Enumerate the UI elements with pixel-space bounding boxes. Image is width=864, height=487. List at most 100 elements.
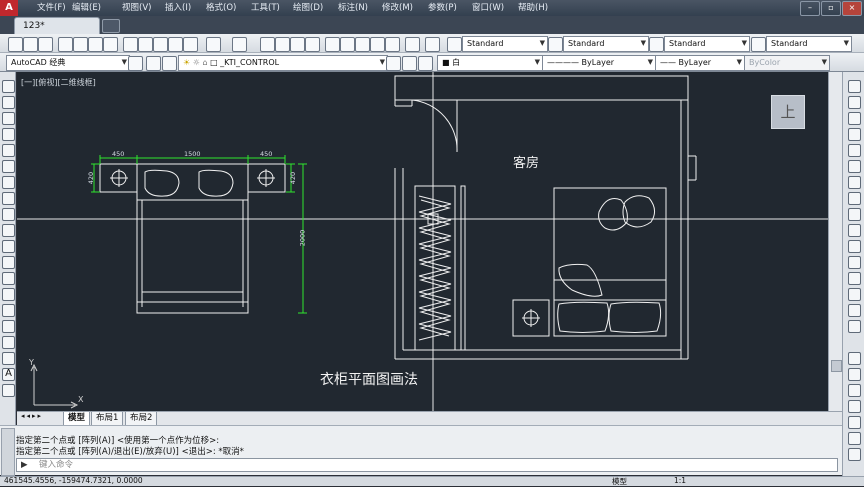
menu-window[interactable]: 窗口(W) xyxy=(472,0,504,16)
paste-icon[interactable] xyxy=(153,37,168,52)
draworder-icon[interactable] xyxy=(848,352,861,365)
rectangle-icon[interactable] xyxy=(2,144,15,157)
coordinates-readout[interactable]: 461545.4556, -159474.7321, 0.0000 xyxy=(4,476,143,485)
help-icon[interactable] xyxy=(425,37,440,52)
drawing-canvas[interactable]: Y X [一][俯视][二维线框] 上 客房 衣柜平面图画法 450 1500 … xyxy=(17,72,828,411)
close-icon[interactable]: × xyxy=(842,1,862,16)
annotation-scale[interactable]: 1:1 xyxy=(674,476,686,485)
make-block-icon[interactable] xyxy=(2,272,15,285)
join-icon[interactable] xyxy=(848,272,861,285)
arc-icon[interactable] xyxy=(2,160,15,173)
menu-insert[interactable]: 插入(I) xyxy=(165,0,191,16)
revision-cloud-icon[interactable] xyxy=(2,192,15,205)
multileader-style-select[interactable]: Standard ▼ xyxy=(766,36,852,52)
layout-nav-arrows[interactable]: ◂◂▸▸ xyxy=(21,412,43,420)
scale-icon[interactable] xyxy=(848,192,861,205)
zoom-window-icon[interactable] xyxy=(290,37,305,52)
tool-palettes-icon[interactable] xyxy=(355,37,370,52)
linetype-select[interactable]: ———— ByLayer ▼ xyxy=(542,55,656,71)
command-grip[interactable] xyxy=(1,428,15,476)
extend-icon[interactable] xyxy=(848,240,861,253)
multiline-text-icon[interactable]: A xyxy=(2,368,15,381)
array-icon[interactable] xyxy=(848,144,861,157)
polyline-edit-icon[interactable] xyxy=(848,400,861,413)
hatch-icon[interactable] xyxy=(2,304,15,317)
layer-previous-icon[interactable] xyxy=(402,56,417,71)
insert-block-icon[interactable] xyxy=(2,256,15,269)
move-icon[interactable] xyxy=(848,160,861,173)
viewport-label[interactable]: [一][俯视][二维线框] xyxy=(21,77,96,88)
publish-icon[interactable] xyxy=(88,37,103,52)
add-selected-icon[interactable] xyxy=(2,384,15,397)
menu-parameter[interactable]: 参数(P) xyxy=(428,0,457,16)
make-current-layer-icon[interactable] xyxy=(386,56,401,71)
scroll-thumb[interactable] xyxy=(831,360,842,372)
polygon-icon[interactable] xyxy=(2,128,15,141)
menu-format[interactable]: 格式(O) xyxy=(206,0,236,16)
mirror-icon[interactable] xyxy=(848,112,861,125)
new-tab-button[interactable] xyxy=(102,19,120,33)
zoom-previous-icon[interactable] xyxy=(305,37,320,52)
block-attribute-icon[interactable] xyxy=(848,448,861,461)
dim-style-select[interactable]: Standard ▼ xyxy=(563,36,649,52)
table-style-icon[interactable] xyxy=(649,37,664,52)
quickcalc-icon[interactable] xyxy=(405,37,420,52)
menu-help[interactable]: 帮助(H) xyxy=(518,0,548,16)
menu-edit[interactable]: 编辑(E) xyxy=(72,0,101,16)
undo-icon[interactable] xyxy=(206,37,221,52)
model-space-button[interactable]: 模型 xyxy=(612,476,627,487)
ellipse-arc-icon[interactable] xyxy=(2,240,15,253)
text-style-icon[interactable] xyxy=(447,37,462,52)
copy-object-icon[interactable] xyxy=(848,96,861,109)
command-input[interactable]: ▶ 键入命令 xyxy=(16,458,838,472)
stretch-icon[interactable] xyxy=(848,208,861,221)
layer-properties-icon[interactable] xyxy=(146,56,161,71)
spline-icon[interactable] xyxy=(2,208,15,221)
text-edit-icon[interactable] xyxy=(848,368,861,381)
color-select[interactable]: ■ 白 ▼ xyxy=(437,55,543,71)
chamfer-icon[interactable] xyxy=(848,288,861,301)
tab-document[interactable]: 123* xyxy=(14,17,100,34)
tab-layout2[interactable]: 布局2 xyxy=(125,412,158,426)
plot-icon[interactable] xyxy=(58,37,73,52)
lineweight-select[interactable]: —— ByLayer ▼ xyxy=(655,55,745,71)
3d-print-icon[interactable] xyxy=(103,37,118,52)
menu-modify[interactable]: 修改(M) xyxy=(382,0,413,16)
construction-line-icon[interactable] xyxy=(2,96,15,109)
trim-icon[interactable] xyxy=(848,224,861,237)
menu-tools[interactable]: 工具(T) xyxy=(251,0,280,16)
block-editor-icon[interactable] xyxy=(183,37,198,52)
line-icon[interactable] xyxy=(2,80,15,93)
plot-preview-icon[interactable] xyxy=(73,37,88,52)
text-style-select[interactable]: Standard ▼ xyxy=(462,36,548,52)
offset-icon[interactable] xyxy=(848,128,861,141)
layer-isolate-icon[interactable] xyxy=(418,56,433,71)
gradient-icon[interactable] xyxy=(2,320,15,333)
tab-model[interactable]: 模型 xyxy=(63,412,91,426)
circle-icon[interactable] xyxy=(2,176,15,189)
workspace-select[interactable]: AutoCAD 经典 ▼ xyxy=(6,55,130,71)
menu-view[interactable]: 视图(V) xyxy=(122,0,151,16)
zoom-realtime-icon[interactable] xyxy=(275,37,290,52)
point-icon[interactable] xyxy=(2,288,15,301)
menu-dimension[interactable]: 标注(N) xyxy=(338,0,368,16)
break-icon[interactable] xyxy=(848,256,861,269)
explode-icon[interactable] xyxy=(848,320,861,333)
redo-icon[interactable] xyxy=(232,37,247,52)
multileader-style-icon[interactable] xyxy=(751,37,766,52)
dim-style-icon[interactable] xyxy=(548,37,563,52)
tab-layout1[interactable]: 布局1 xyxy=(91,412,124,426)
app-logo-icon[interactable]: A xyxy=(0,0,18,16)
copy-icon[interactable] xyxy=(138,37,153,52)
layer-state-icon[interactable] xyxy=(162,56,177,71)
table-style-select[interactable]: Standard ▼ xyxy=(664,36,750,52)
fillet-icon[interactable] xyxy=(848,304,861,317)
minimize-icon[interactable]: – xyxy=(800,1,820,16)
pan-icon[interactable] xyxy=(260,37,275,52)
ellipse-icon[interactable] xyxy=(2,224,15,237)
cut-icon[interactable] xyxy=(123,37,138,52)
vertical-scrollbar[interactable] xyxy=(828,72,842,411)
erase-icon[interactable] xyxy=(848,80,861,93)
menu-file[interactable]: 文件(F) xyxy=(37,0,66,16)
match-properties-icon[interactable] xyxy=(168,37,183,52)
